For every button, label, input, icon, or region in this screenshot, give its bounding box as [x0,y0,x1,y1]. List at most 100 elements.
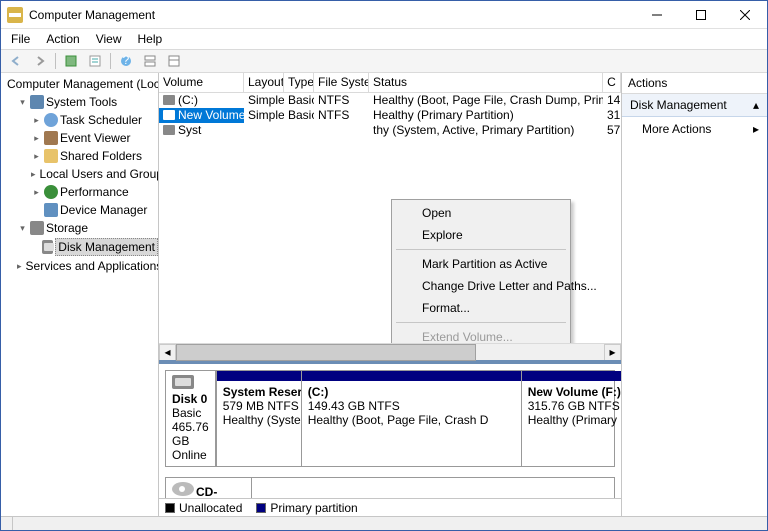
label: Performance [60,184,129,200]
tree-panel: Computer Management (Local System Tools … [1,73,159,516]
tree-device-manager[interactable]: Device Manager [29,201,158,219]
disk-name: Disk 0 [172,392,207,406]
ctx-open[interactable]: Open [394,202,568,224]
col-volume[interactable]: Volume [159,73,244,92]
ctx-format[interactable]: Format... [394,297,568,319]
computer-management-window: Computer Management File Action View Hel… [0,0,768,531]
ctx-change-drive-letter[interactable]: Change Drive Letter and Paths... [394,275,568,297]
cell: NTFS [314,108,369,123]
volume-row[interactable]: (C:) Simple Basic NTFS Healthy (Boot, Pa… [159,93,621,108]
label: Storage [46,220,88,236]
scroll-thumb[interactable] [176,344,476,361]
menu-view[interactable]: View [90,31,128,47]
tree-task-scheduler[interactable]: Task Scheduler [29,111,158,129]
body: Computer Management (Local System Tools … [1,73,767,516]
tree-root[interactable]: Computer Management (Local [1,75,158,93]
center-panel: Volume Layout Type File System Status C … [159,73,622,516]
cell: 31 [603,108,621,123]
menu-action[interactable]: Action [40,31,85,47]
col-layout[interactable]: Layout [244,73,284,92]
disk-icon [42,240,53,254]
properties-icon[interactable] [84,50,106,72]
device-icon [44,203,58,217]
chevron-right-icon[interactable] [31,169,36,180]
scroll-left-button[interactable]: ◂ [159,344,176,361]
col-status[interactable]: Status [369,73,603,92]
volume-name: Syst [178,123,201,137]
close-button[interactable] [723,1,767,28]
scroll-track[interactable] [176,344,604,361]
chevron-right-icon[interactable] [31,187,42,198]
tree-system-tools[interactable]: System Tools [15,93,158,111]
disk-header[interactable]: CD-ROM 0 DVD (E:) No Media [166,478,252,498]
disk-row[interactable]: CD-ROM 0 DVD (E:) No Media [165,477,615,498]
back-button[interactable] [5,50,27,72]
cell [244,123,284,138]
actions-header: Actions [622,73,767,94]
actions-more-label: More Actions [642,122,711,136]
tree-shared-folders[interactable]: Shared Folders [29,147,158,165]
disk-size: 465.76 GB [172,420,209,448]
disk-row[interactable]: Disk 0 Basic 465.76 GB Online System Res… [165,370,615,467]
view-list-icon[interactable] [139,50,161,72]
chevron-right-icon[interactable] [31,151,42,162]
view-detail-icon[interactable] [163,50,185,72]
scroll-right-button[interactable]: ▸ [604,344,621,361]
toolbar: ? [1,49,767,73]
ctx-mark-active[interactable]: Mark Partition as Active [394,253,568,275]
minimize-button[interactable] [635,1,679,28]
scroll-left-button[interactable] [1,517,13,530]
menu-help[interactable]: Help [132,31,169,47]
volume-icon [163,110,175,120]
volume-row[interactable]: Syst thy (System, Active, Primary Partit… [159,123,621,138]
partition-stripe [522,371,621,381]
refresh-icon[interactable] [60,50,82,72]
separator [396,322,566,323]
partition-system-reserved[interactable]: System Reserv 579 MB NTFS Healthy (Syste… [216,371,301,466]
forward-button[interactable] [29,50,51,72]
chevron-right-icon[interactable] [31,133,42,144]
volume-list[interactable]: (C:) Simple Basic NTFS Healthy (Boot, Pa… [159,93,621,343]
col-type[interactable]: Type [284,73,314,92]
label: Disk Management [55,238,158,256]
tree-services[interactable]: Services and Applications [15,257,158,275]
chevron-right-icon[interactable] [31,115,42,126]
cell: Simple [244,108,284,123]
partition-stripe [302,371,521,381]
partition-size: 315.76 GB NTFS [528,399,620,413]
volume-row-selected[interactable]: New Volume (F:) Simple Basic NTFS Health… [159,108,621,123]
chevron-down-icon[interactable] [17,223,28,234]
legend: Unallocated Primary partition [159,498,621,516]
cell: Simple [244,93,284,108]
col-capacity[interactable]: C [603,73,621,92]
cell: thy (System, Active, Primary Partition) [369,123,603,138]
chevron-down-icon[interactable] [17,97,28,108]
chevron-right-icon[interactable] [17,261,22,272]
col-filesystem[interactable]: File System [314,73,369,92]
actions-more[interactable]: More Actions ▸ [622,117,767,141]
bottom-scrollbar[interactable] [1,516,767,530]
menu-file[interactable]: File [5,31,36,47]
horizontal-scrollbar[interactable]: ◂ ▸ [159,343,621,360]
tree-disk-management[interactable]: Disk Management [29,237,158,257]
partition-c[interactable]: (C:) 149.43 GB NTFS Healthy (Boot, Page … [301,371,521,466]
disk-header[interactable]: Disk 0 Basic 465.76 GB Online [166,371,216,466]
folder-icon [44,149,58,163]
window-buttons [635,1,767,28]
partition-f[interactable]: New Volume (F:) 315.76 GB NTFS Healthy (… [521,371,621,466]
label: Local Users and Groups [40,166,159,182]
tree-storage[interactable]: Storage [15,219,158,237]
event-icon [44,131,58,145]
tree-root-label: Computer Management (Local [7,76,159,92]
tree-local-users[interactable]: Local Users and Groups [29,165,158,183]
collapse-icon[interactable]: ▴ [753,98,759,112]
help-icon[interactable]: ? [115,50,137,72]
actions-group-label: Disk Management [630,98,727,112]
ctx-explore[interactable]: Explore [394,224,568,246]
tree-performance[interactable]: Performance [29,183,158,201]
tree-event-viewer[interactable]: Event Viewer [29,129,158,147]
actions-group[interactable]: Disk Management ▴ [622,94,767,117]
maximize-button[interactable] [679,1,723,28]
cell [314,123,369,138]
context-menu: Open Explore Mark Partition as Active Ch… [391,199,571,343]
